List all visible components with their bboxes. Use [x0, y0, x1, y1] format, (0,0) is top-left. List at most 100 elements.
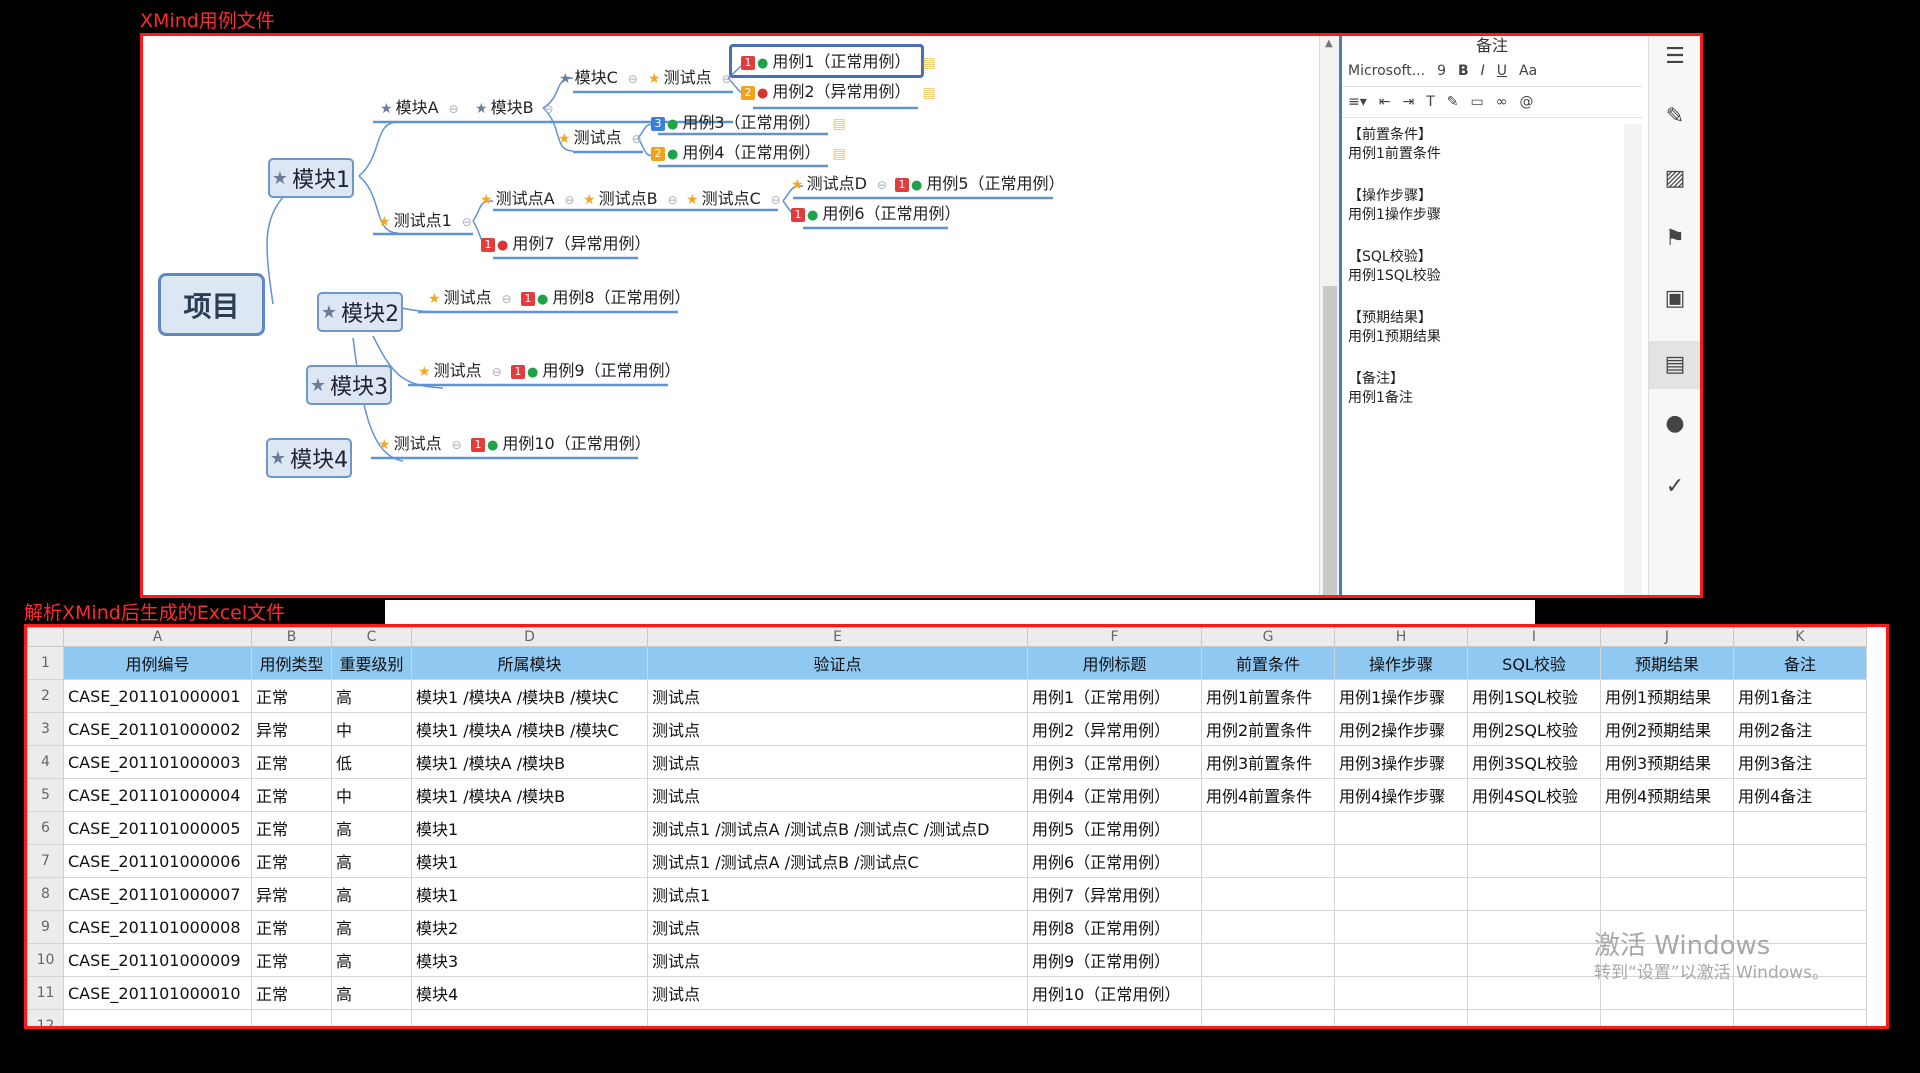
table-cell[interactable]: 用例6（正常用例）	[1027, 844, 1202, 878]
table-cell[interactable]	[1027, 1009, 1202, 1026]
row-number[interactable]: 12	[27, 1009, 64, 1026]
table-cell[interactable]: 模块1	[411, 844, 648, 878]
table-cell[interactable]: 正常	[251, 844, 332, 878]
table-cell[interactable]	[63, 1009, 252, 1026]
topic-testpoint[interactable]: ★ 测试点 ⊖	[558, 128, 642, 149]
table-cell[interactable]: 用例4（正常用例）	[1027, 778, 1202, 812]
table-cell[interactable]: CASE_201101000008	[63, 910, 252, 944]
collapse-icon[interactable]: ⊖	[544, 102, 554, 116]
table-cell[interactable]	[1334, 976, 1468, 1010]
table-cell[interactable]: 模块2	[411, 910, 648, 944]
table-cell[interactable]: 高	[331, 679, 412, 713]
table-cell[interactable]: 测试点1 /测试点A /测试点B /测试点C /测试点D	[647, 811, 1028, 845]
table-cell[interactable]	[1467, 844, 1601, 878]
collapse-icon[interactable]: ⊖	[502, 292, 512, 306]
canvas-scrollbar[interactable]: ▲	[1319, 36, 1340, 595]
row-number[interactable]: 7	[27, 844, 64, 878]
row-number[interactable]: 8	[27, 877, 64, 911]
column-letter[interactable]: B	[251, 627, 332, 647]
italic-icon[interactable]: I	[1481, 63, 1485, 79]
table-cell[interactable]	[1467, 1009, 1601, 1026]
table-cell[interactable]	[331, 1009, 412, 1026]
column-letter[interactable]: F	[1027, 627, 1202, 647]
table-cell[interactable]	[1201, 844, 1335, 878]
table-cell[interactable]: 测试点	[647, 679, 1028, 713]
row-number[interactable]: 3	[27, 712, 64, 746]
topic-testpoint[interactable]: ★ 测试点 ⊖	[648, 68, 732, 89]
column-letter[interactable]: D	[411, 627, 648, 647]
table-cell[interactable]	[1733, 844, 1867, 878]
table-cell[interactable]: 用例4备注	[1733, 778, 1867, 812]
case-1[interactable]: 1 ● 用例1（正常用例） ▤	[741, 52, 936, 74]
align-icon[interactable]: ≡▾	[1348, 94, 1367, 110]
topic-testpoint[interactable]: ★ 测试点 ⊖	[428, 288, 512, 309]
table-cell[interactable]: 用例10（正常用例）	[1027, 976, 1202, 1010]
task-clipboard-icon[interactable]: ✓	[1649, 474, 1700, 499]
topic-modB[interactable]: ★ 模块B ⊖	[475, 98, 554, 119]
font-size-select[interactable]: 9	[1437, 63, 1446, 79]
collapse-icon[interactable]: ⊖	[492, 365, 502, 379]
table-cell[interactable]: 高	[331, 844, 412, 878]
select-all-corner[interactable]	[27, 627, 64, 647]
table-cell[interactable]: 高	[331, 976, 412, 1010]
table-cell[interactable]: 正常	[251, 943, 332, 977]
table-cell[interactable]: 测试点	[647, 778, 1028, 812]
topic-testpoint[interactable]: ★ 测试点 ⊖	[418, 361, 502, 382]
table-cell[interactable]	[411, 1009, 648, 1026]
table-cell[interactable]	[1334, 910, 1468, 944]
table-cell[interactable]: 高	[331, 811, 412, 845]
topic-module1[interactable]: ★ 模块1	[268, 158, 354, 198]
table-cell[interactable]: 模块1	[411, 877, 648, 911]
table-cell[interactable]: 正常	[251, 976, 332, 1010]
font-name-select[interactable]: Microsoft...	[1348, 63, 1425, 79]
table-cell[interactable]: 中	[331, 712, 412, 746]
topic-testpointB[interactable]: ★ 测试点B ⊖	[583, 189, 678, 210]
collapse-icon[interactable]: ⊖	[632, 132, 642, 146]
table-cell[interactable]: CASE_201101000001	[63, 679, 252, 713]
case-5[interactable]: 1 ● 用例5（正常用例）	[895, 174, 1065, 196]
table-cell[interactable]: 正常	[251, 778, 332, 812]
table-cell[interactable]	[1600, 877, 1734, 911]
table-cell[interactable]	[1334, 1009, 1468, 1026]
header-cell[interactable]: SQL校验	[1467, 646, 1601, 680]
table-cell[interactable]: 正常	[251, 745, 332, 779]
scrollbar-thumb[interactable]	[1323, 286, 1337, 595]
table-cell[interactable]	[1201, 877, 1335, 911]
table-cell[interactable]: 高	[331, 910, 412, 944]
column-letter[interactable]: K	[1733, 627, 1867, 647]
table-cell[interactable]: 用例7（异常用例）	[1027, 877, 1202, 911]
topic-testpoint1[interactable]: ★ 测试点1 ⊖	[378, 211, 472, 232]
table-cell[interactable]: 模块1 /模块A /模块B /模块C	[411, 679, 648, 713]
table-cell[interactable]: 模块1	[411, 811, 648, 845]
collapse-icon[interactable]: ⊖	[462, 215, 472, 229]
table-cell[interactable]	[647, 1009, 1028, 1026]
table-cell[interactable]: 异常	[251, 877, 332, 911]
table-cell[interactable]: 用例9（正常用例）	[1027, 943, 1202, 977]
note-icon[interactable]: ▤	[833, 146, 846, 162]
table-cell[interactable]: 测试点	[647, 910, 1028, 944]
topic-module3[interactable]: ★ 模块3	[306, 365, 392, 405]
topic-testpoint[interactable]: ★ 测试点 ⊖	[378, 434, 462, 455]
table-cell[interactable]: 用例4操作步骤	[1334, 778, 1468, 812]
clear-format-icon[interactable]: T	[1426, 94, 1435, 110]
outline-icon[interactable]: ☰	[1649, 44, 1700, 69]
table-cell[interactable]: 用例4SQL校验	[1467, 778, 1601, 812]
table-cell[interactable]	[1201, 976, 1335, 1010]
topic-testpointD[interactable]: ★ 测试点D ⊖	[791, 174, 887, 195]
header-cell[interactable]: 重要级别	[331, 646, 412, 680]
notes-content[interactable]: 【前置条件】 用例1前置条件 【操作步骤】 用例1操作步骤 【SQL校验】 用例1SQ…	[1342, 118, 1642, 439]
table-cell[interactable]	[1600, 844, 1734, 878]
table-cell[interactable]: 用例4前置条件	[1201, 778, 1335, 812]
header-cell[interactable]: 操作步骤	[1334, 646, 1468, 680]
table-cell[interactable]: CASE_201101000009	[63, 943, 252, 977]
table-cell[interactable]: 模块1 /模块A /模块B /模块C	[411, 712, 648, 746]
topic-modC[interactable]: ★ 模块C ⊖	[559, 68, 638, 89]
notes-icon[interactable]: ▤	[1649, 341, 1700, 389]
table-cell[interactable]: 高	[331, 877, 412, 911]
table-cell[interactable]: 用例2前置条件	[1201, 712, 1335, 746]
table-cell[interactable]: 用例3SQL校验	[1467, 745, 1601, 779]
table-cell[interactable]: 用例1预期结果	[1600, 679, 1734, 713]
table-cell[interactable]: CASE_201101000004	[63, 778, 252, 812]
topic-testpointC[interactable]: ★ 测试点C ⊖	[686, 189, 781, 210]
row-number[interactable]: 2	[27, 679, 64, 713]
